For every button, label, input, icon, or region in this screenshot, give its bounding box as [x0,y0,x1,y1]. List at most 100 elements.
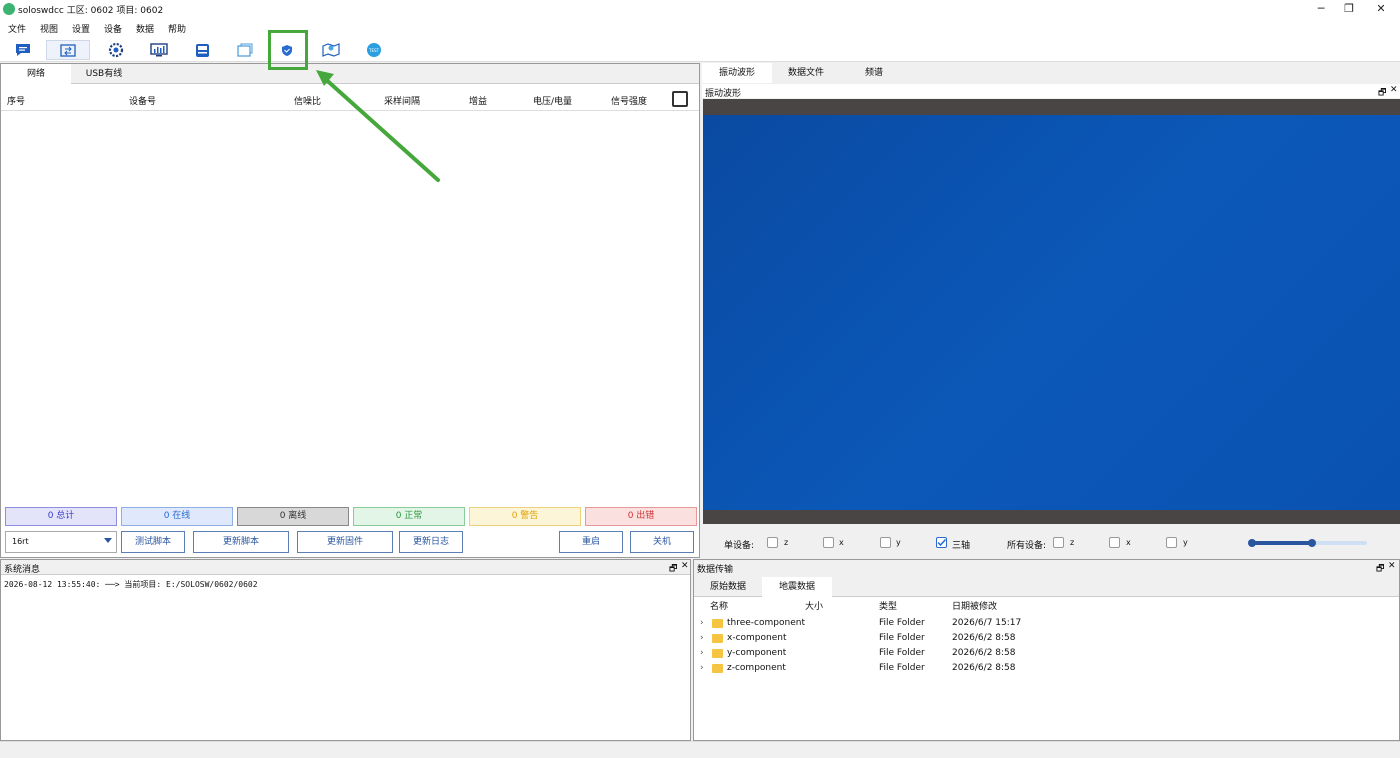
file-type: File Folder [879,663,925,673]
data-transfer-title-bar: 数据传输 🗗 ✕ [694,560,1399,575]
col-date-modified[interactable]: 日期被修改 [952,599,997,612]
system-message-title: 系统消息 [4,565,41,575]
file-name: y-component [727,648,787,658]
col-signal[interactable]: 信号强度 [611,94,647,107]
file-type: File Folder [879,633,925,643]
col-name[interactable]: 名称 [710,599,728,612]
range-slider-track[interactable] [1248,539,1367,547]
all-z-checkbox[interactable] [1053,537,1064,548]
menu-help[interactable]: 帮助 [168,22,186,35]
stat-offline[interactable]: 0 离线 [237,507,349,526]
single-x-checkbox[interactable] [823,537,834,548]
stat-warning[interactable]: 0 警告 [469,507,581,526]
col-device-id[interactable]: 设备号 [129,94,156,107]
test-script-button[interactable]: 测试脚本 [121,531,185,553]
folder-icon [712,664,723,673]
close-icon[interactable]: ✕ [681,561,689,571]
tab-spectrum[interactable]: 频谱 [840,63,908,83]
tab-network[interactable]: 网络 [1,64,71,84]
close-icon[interactable]: ✕ [1390,85,1398,95]
menu-file[interactable]: 文件 [8,22,26,35]
all-y-checkbox[interactable] [1166,537,1177,548]
waveform-title-bar: 振动波形 🗗 ✕ [702,84,1400,99]
range-slider-low-handle[interactable] [1248,539,1256,547]
monitor-chart-icon[interactable] [148,40,170,60]
single-3axis-checkbox[interactable] [936,537,947,548]
file-date: 2026/6/2 8:58 [952,648,1016,658]
col-gain[interactable]: 增益 [469,94,487,107]
message-icon[interactable] [12,40,34,60]
test-icon[interactable]: TEST [363,40,385,60]
gear-icon[interactable] [105,40,127,60]
save-icon[interactable] [191,40,213,60]
script-select[interactable]: 16rt [5,531,117,553]
col-size[interactable]: 大小 [805,599,823,612]
menu-settings[interactable]: 设置 [72,22,90,35]
restore-button[interactable]: ❐ [1334,0,1364,18]
tab-vibration[interactable]: 振动波形 [702,63,772,83]
menu-device[interactable]: 设备 [104,22,122,35]
single-y-checkbox[interactable] [880,537,891,548]
file-name: three-component [727,618,805,628]
title-bar: soloswdcc 工区: 0602 项目: 0602 ─ ❐ ✕ [0,0,1400,18]
restart-button[interactable]: 重启 [559,531,623,553]
single-3axis-label: 三轴 [952,541,971,551]
float-icon[interactable]: 🗗 [669,561,677,577]
range-slider-fill [1252,541,1312,545]
stat-error[interactable]: 0 出错 [585,507,697,526]
folder-transfer-icon[interactable] [46,40,90,60]
file-name: x-component [727,633,787,643]
waveform-title: 振动波形 [705,89,742,99]
range-slider-high-handle[interactable] [1307,539,1316,547]
close-icon[interactable]: ✕ [1388,561,1396,571]
stat-normal[interactable]: 0 正常 [353,507,465,526]
map-pin-icon[interactable] [320,40,342,60]
all-x-checkbox[interactable] [1109,537,1120,548]
update-script-button[interactable]: 更新脚本 [193,531,289,553]
stat-online[interactable]: 0 在线 [121,507,233,526]
select-all-checkbox[interactable] [672,91,688,107]
data-transfer-panel: 数据传输 🗗 ✕ 原始数据 地震数据 名称 大小 类型 日期被修改 › thre… [693,559,1400,741]
file-type: File Folder [879,648,925,658]
tab-seismic-data[interactable]: 地震数据 [762,577,832,597]
col-type[interactable]: 类型 [879,599,897,612]
file-row[interactable]: › three-component File Folder 2026/6/7 1… [694,616,1399,631]
col-index[interactable]: 序号 [7,94,25,107]
action-buttons: 16rt 测试脚本 更新脚本 更新固件 更新日志 重启 关机 [3,530,699,554]
script-select-value: 16rt [12,537,29,546]
single-device-label: 单设备: [724,541,755,551]
col-voltage[interactable]: 电压/电量 [533,94,572,107]
file-row[interactable]: › x-component File Folder 2026/6/2 8:58 [694,631,1399,646]
update-firmware-button[interactable]: 更新固件 [297,531,393,553]
tab-raw-data[interactable]: 原始数据 [694,577,762,597]
waveform-tabs: 振动波形 数据文件 频谱 [702,63,1400,83]
window-icon[interactable] [234,40,256,60]
system-message-panel: 系统消息 🗗 ✕ 2026-08-12 13:55:40: ──> 当前项目: … [0,559,691,741]
file-row[interactable]: › z-component File Folder 2026/6/2 8:58 [694,661,1399,676]
chevron-right-icon[interactable]: › [700,633,704,643]
file-date: 2026/6/2 8:58 [952,633,1016,643]
waveform-panel: 振动波形 数据文件 频谱 振动波形 🗗 ✕ 单设备: z x y 三轴 所有设备… [702,63,1400,558]
waveform-plot[interactable] [703,115,1400,510]
file-name: z-component [727,663,786,673]
tab-usb[interactable]: USB有线 [71,64,137,84]
menu-view[interactable]: 视图 [40,22,58,35]
system-message-title-bar: 系统消息 🗗 ✕ [1,560,690,575]
menu-data[interactable]: 数据 [136,22,154,35]
data-tabs: 原始数据 地震数据 [694,575,1399,597]
close-window-button[interactable]: ✕ [1366,0,1396,18]
file-row[interactable]: › y-component File Folder 2026/6/2 8:58 [694,646,1399,661]
folder-icon [712,619,723,628]
waveform-canvas[interactable] [703,99,1400,524]
update-log-button[interactable]: 更新日志 [399,531,463,553]
chevron-right-icon[interactable]: › [700,663,704,673]
all-y-label: y [1183,538,1188,547]
shutdown-button[interactable]: 关机 [630,531,694,553]
chevron-right-icon[interactable]: › [700,618,704,628]
tab-data-files[interactable]: 数据文件 [772,63,840,83]
single-z-checkbox[interactable] [767,537,778,548]
minimize-button[interactable]: ─ [1306,0,1336,18]
stat-total[interactable]: 0 总计 [5,507,117,526]
chevron-right-icon[interactable]: › [700,648,704,658]
chevron-down-icon [104,538,112,543]
